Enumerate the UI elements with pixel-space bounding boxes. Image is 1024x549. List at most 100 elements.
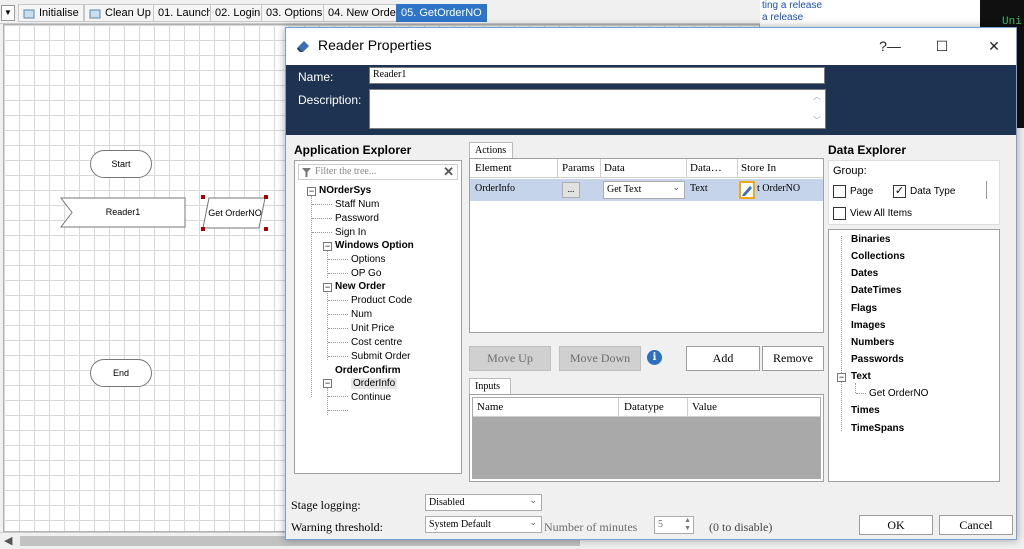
reader-stage[interactable]: Reader1	[60, 197, 186, 228]
data-item-flags[interactable]: Flags	[851, 303, 877, 314]
help-button[interactable]: ?—	[870, 32, 910, 60]
ok-button[interactable]: OK	[859, 515, 933, 535]
stepper-arrows-icon[interactable]: ▲ ▼	[684, 516, 691, 532]
tree-item-orderconfirm[interactable]: OrderConfirm	[335, 365, 401, 376]
info-icon[interactable]: i	[647, 350, 662, 365]
data-item-datetimes[interactable]: DateTimes	[851, 285, 901, 296]
tree-item-sign-in[interactable]: Sign In	[335, 227, 366, 238]
warning-threshold-select[interactable]: System Default ⌄	[425, 516, 542, 533]
datatype-checkbox[interactable]: ✓	[893, 185, 906, 198]
background-link[interactable]: a release	[762, 12, 803, 23]
data-item-timespans[interactable]: TimeSpans	[851, 423, 904, 434]
store-in-edit-icon[interactable]	[739, 181, 755, 199]
tree-item-op-go[interactable]: OP Go	[351, 268, 381, 279]
column-store-in: Store In	[741, 162, 777, 174]
data-action-select[interactable]: Get Text ⌄	[603, 181, 685, 199]
tree-item-options[interactable]: Options	[351, 254, 385, 265]
actions-tab[interactable]: Actions	[469, 142, 513, 159]
inputs-grid-header: Name Datatype Value	[473, 398, 820, 417]
app-tree: − NOrderSys Staff Num Password Sign In −…	[295, 183, 461, 473]
remove-button[interactable]: Remove	[762, 346, 824, 371]
tab-new-order[interactable]: 04. New Order	[323, 4, 405, 22]
page-tab-bar: ▼ Initialise Clean Up 01. Launch 02. Log…	[0, 0, 760, 24]
scroll-left-icon[interactable]: ◀	[4, 534, 12, 547]
collapse-icon[interactable]: −	[837, 373, 846, 382]
data-item-times[interactable]: Times	[851, 405, 880, 416]
close-button[interactable]: ✕	[974, 32, 1014, 60]
datatype-label: Data Type	[910, 186, 956, 197]
tree-item-submit-order[interactable]: Submit Order	[351, 351, 410, 362]
end-stage[interactable]: End	[90, 359, 152, 387]
start-stage[interactable]: Start	[90, 150, 152, 178]
tab-getorderno[interactable]: 05. GetOrderNO	[396, 4, 487, 22]
description-scrollbar[interactable]: ︿ ﹀	[810, 91, 824, 127]
dialog-titlebar: Reader Properties ?— ☐ ✕	[286, 28, 1016, 65]
tree-item-staff-num[interactable]: Staff Num	[335, 199, 379, 210]
tree-item-cost-centre[interactable]: Cost centre	[351, 337, 402, 348]
store-in-cell: t OrderNO	[757, 183, 801, 194]
tab-options[interactable]: 03. Options	[261, 4, 328, 22]
tree-item-windows-option[interactable]: Windows Option	[335, 240, 414, 251]
tree-item-num[interactable]: Num	[351, 309, 372, 320]
add-button[interactable]: Add	[686, 346, 760, 371]
tab-dropdown-button[interactable]: ▼	[1, 5, 15, 21]
collapse-icon[interactable]: −	[307, 187, 316, 196]
chevron-down-icon: ⌄	[529, 517, 537, 527]
tree-item-unit-price[interactable]: Unit Price	[351, 323, 394, 334]
tab-launch[interactable]: 01. Launch	[153, 4, 218, 22]
clear-filter-icon[interactable]: ✕	[443, 164, 454, 180]
minutes-stepper[interactable]: 5 ▲ ▼	[654, 516, 694, 534]
data-item-text[interactable]: Text	[851, 371, 871, 382]
background-link[interactable]: ting a release	[762, 0, 822, 11]
collapse-icon[interactable]: −	[323, 283, 332, 292]
data-item-collections[interactable]: Collections	[851, 251, 905, 262]
data-item-dates[interactable]: Dates	[851, 268, 878, 279]
cancel-button[interactable]: Cancel	[939, 515, 1013, 535]
column-datatype: Datatype	[624, 401, 664, 413]
group-label: Group:	[833, 165, 867, 177]
data-explorer-tree: Binaries Collections Dates DateTimes Fla…	[828, 229, 1000, 482]
collapse-icon[interactable]: −	[323, 242, 332, 251]
view-all-checkbox[interactable]	[833, 207, 846, 220]
tab-login[interactable]: 02. Login	[210, 4, 266, 22]
description-label: Description:	[298, 93, 362, 107]
dialog-title: Reader Properties	[318, 37, 432, 53]
data-item-numbers[interactable]: Numbers	[851, 337, 894, 348]
data-item-get-orderno[interactable]: Get OrderNO	[869, 388, 928, 399]
data-item-passwords[interactable]: Passwords	[851, 354, 904, 365]
name-input[interactable]: Reader1	[369, 67, 825, 84]
getorderno-stage[interactable]: Get OrderNO	[201, 195, 269, 231]
filter-box[interactable]: Filter the tree... ✕	[298, 164, 458, 180]
data-explorer-title: Data Explorer	[828, 143, 907, 157]
page-checkbox[interactable]	[833, 185, 846, 198]
column-data: Data	[604, 162, 625, 174]
reader-properties-dialog: Reader Properties ?— ☐ ✕ Name: Reader1 D…	[285, 27, 1017, 540]
tree-item-password[interactable]: Password	[335, 213, 379, 224]
pencil-icon	[742, 186, 752, 196]
tab-clean-up[interactable]: Clean Up	[84, 4, 156, 22]
tree-item-product-code[interactable]: Product Code	[351, 295, 412, 306]
collapse-icon[interactable]: −	[323, 379, 332, 388]
description-input[interactable]: ︿ ﹀	[369, 89, 826, 129]
data-item-binaries[interactable]: Binaries	[851, 234, 890, 245]
filter-icon	[302, 168, 311, 177]
move-up-button[interactable]: Move Up	[469, 346, 551, 371]
tree-item-orderinfo-selected[interactable]: OrderInfo	[351, 378, 398, 389]
stage-logging-select[interactable]: Disabled ⌄	[425, 494, 542, 511]
inputs-tab[interactable]: Inputs	[469, 378, 511, 395]
view-all-label: View All Items	[850, 208, 913, 219]
tab-initialise[interactable]: Initialise	[18, 4, 84, 22]
properties-header: Name: Reader1 Description: ︿ ﹀	[286, 65, 1016, 135]
move-down-button[interactable]: Move Down	[559, 346, 641, 371]
tree-item-norderSys[interactable]: NOrderSys	[319, 185, 371, 196]
params-button[interactable]: ...	[562, 182, 580, 198]
tree-item-continue[interactable]: Continue	[351, 392, 391, 403]
disable-hint: (0 to disable)	[709, 520, 773, 534]
filter-input[interactable]: Filter the tree...	[315, 166, 376, 177]
actions-grid: Element Params Data Data… Store In Order…	[469, 158, 824, 333]
action-row[interactable]: OrderInfo ... Get Text ⌄ Text t OrderNO	[470, 179, 823, 201]
tree-item-new-order[interactable]: New Order	[335, 281, 386, 292]
data-item-images[interactable]: Images	[851, 320, 885, 331]
maximize-button[interactable]: ☐	[922, 32, 962, 60]
warning-threshold-label: Warning threshold:	[291, 520, 384, 534]
